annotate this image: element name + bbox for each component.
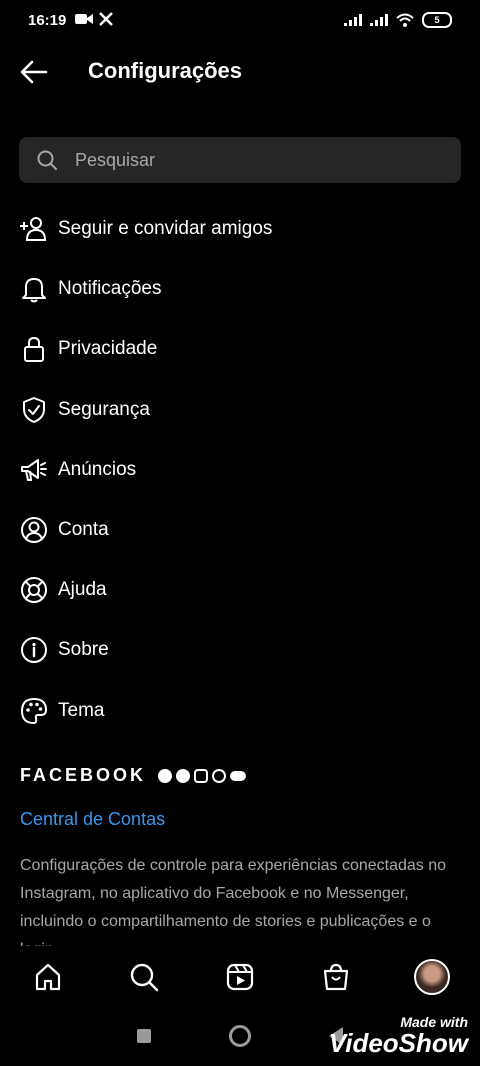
menu-item-label: Sobre xyxy=(58,639,109,661)
tab-search[interactable] xyxy=(120,953,168,1001)
menu-item-label: Anúncios xyxy=(58,458,137,480)
menu-item-label: Notificações xyxy=(58,278,162,300)
videoshow-watermark: Made with VideoShow xyxy=(329,1014,468,1056)
settings-menu: Seguir e convidar amigos Notificações Pr… xyxy=(0,199,480,741)
menu-item-label: Ajuda xyxy=(58,579,107,601)
recents-button[interactable] xyxy=(137,1029,151,1043)
menu-item-ads[interactable]: Anúncios xyxy=(0,440,480,500)
info-icon xyxy=(19,635,49,665)
lock-icon xyxy=(19,334,49,364)
app-header: Configurações xyxy=(0,44,480,100)
search-input[interactable]: Pesquisar xyxy=(19,137,461,183)
signal-icon xyxy=(344,14,362,26)
tab-profile[interactable] xyxy=(408,953,456,1001)
menu-item-follow-invite[interactable]: Seguir e convidar amigos xyxy=(0,199,480,259)
facebook-app-icon xyxy=(158,768,173,783)
signal-icon-2 xyxy=(370,14,388,26)
bottom-tab-bar xyxy=(0,948,480,1006)
menu-item-about[interactable]: Sobre xyxy=(0,620,480,680)
wifi-icon xyxy=(396,13,414,27)
lifebuoy-icon xyxy=(19,575,49,605)
search-placeholder: Pesquisar xyxy=(75,149,156,170)
shield-icon xyxy=(19,395,49,425)
tab-home[interactable] xyxy=(24,953,72,1001)
shop-icon xyxy=(323,963,349,991)
status-right-icons: 5 xyxy=(344,12,452,28)
status-bar: 16:19 5 xyxy=(0,0,480,44)
menu-item-account[interactable]: Conta xyxy=(0,500,480,560)
megaphone-icon xyxy=(19,455,49,485)
reels-icon xyxy=(226,963,254,991)
search-icon xyxy=(37,150,57,170)
home-button[interactable] xyxy=(229,1025,251,1047)
back-arrow-icon[interactable] xyxy=(18,56,50,88)
facebook-section-header: FACEBOOK xyxy=(20,765,247,786)
menu-item-label: Segurança xyxy=(58,398,150,420)
tab-shop[interactable] xyxy=(312,953,360,1001)
accounts-center-link[interactable]: Central de Contas xyxy=(20,809,165,830)
menu-item-privacy[interactable]: Privacidade xyxy=(0,319,480,379)
instagram-app-icon xyxy=(194,768,209,783)
meta-app-icons xyxy=(158,768,247,783)
add-person-icon xyxy=(19,214,49,244)
whatsapp-app-icon xyxy=(212,768,227,783)
menu-item-help[interactable]: Ajuda xyxy=(0,560,480,620)
search-icon xyxy=(130,963,159,992)
battery-icon: 5 xyxy=(422,12,452,28)
accounts-center-description: Configurações de controle para experiênc… xyxy=(20,857,447,946)
menu-item-label: Conta xyxy=(58,519,109,541)
status-left-icons xyxy=(75,12,113,26)
menu-item-label: Privacidade xyxy=(58,338,158,360)
profile-avatar xyxy=(414,959,450,995)
tab-reels[interactable] xyxy=(216,953,264,1001)
watermark-line2: VideoShow xyxy=(328,1028,468,1058)
portal-app-icon xyxy=(230,770,247,781)
menu-item-notifications[interactable]: Notificações xyxy=(0,259,480,319)
menu-item-label: Seguir e convidar amigos xyxy=(58,218,273,240)
page-title: Configurações xyxy=(88,58,243,83)
menu-item-theme[interactable]: Tema xyxy=(0,681,480,741)
tools-icon xyxy=(99,12,113,26)
menu-item-security[interactable]: Segurança xyxy=(0,380,480,440)
video-camera-icon xyxy=(75,14,93,24)
home-icon xyxy=(35,963,61,991)
status-time: 16:19 xyxy=(28,12,67,29)
palette-icon xyxy=(19,696,49,726)
messenger-app-icon xyxy=(176,768,191,783)
account-icon xyxy=(19,515,49,545)
menu-item-label: Tema xyxy=(58,699,105,721)
bell-icon xyxy=(19,274,49,304)
facebook-wordmark: FACEBOOK xyxy=(20,765,147,785)
